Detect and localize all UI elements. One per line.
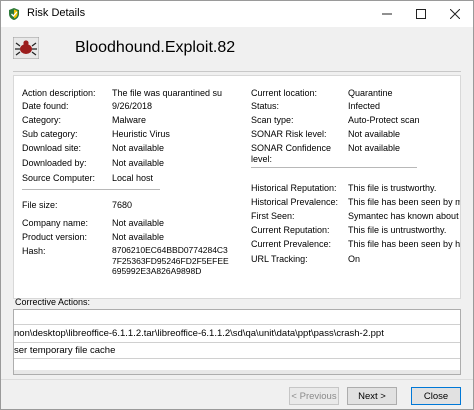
scan-type-label: Scan type: (251, 115, 294, 125)
minimize-icon (382, 13, 392, 15)
right-divider (251, 167, 417, 168)
virus-icon (13, 37, 39, 59)
download-site-label: Download site: (22, 143, 82, 153)
close-window-button[interactable] (435, 1, 473, 27)
action-description-label: Action description: (22, 88, 96, 98)
product-version-value: Not available (112, 232, 165, 242)
risk-details-window: Risk Details Bloodhound.Exploit.82 Actio… (0, 0, 474, 410)
sonar-confidence-level-label: SONAR Confidence level: (251, 143, 332, 164)
app-shield-icon (9, 8, 19, 20)
list-divider (14, 358, 460, 359)
url-tracking-label: URL Tracking: (251, 254, 308, 264)
company-name-value: Not available (112, 218, 165, 228)
header-divider (13, 71, 461, 72)
source-computer-label: Source Computer: (22, 173, 96, 183)
first-seen-value: Symantec has known about this file for m… (348, 211, 460, 221)
scan-type-value: Auto-Protect scan (348, 115, 420, 125)
dialog-content: Bloodhound.Exploit.82 Action description… (1, 27, 473, 409)
corrective-actions-label: Corrective Actions: (15, 297, 91, 307)
horizontal-scrollbar[interactable] (14, 370, 460, 374)
sub-category-value: Heuristic Virus (112, 129, 170, 139)
current-prevalence-label: Current Prevalence: (251, 239, 332, 249)
company-name-label: Company name: (22, 218, 89, 228)
historical-reputation-label: Historical Reputation: (251, 183, 337, 193)
title-bar[interactable]: Risk Details (1, 1, 473, 27)
product-version-label: Product version: (22, 232, 88, 242)
corrective-action-item[interactable]: ser temporary file cache (14, 345, 115, 356)
category-label: Category: (22, 115, 62, 125)
current-location-label: Current location: (251, 88, 318, 98)
file-size-value: 7680 (112, 200, 133, 210)
source-computer-value: Local host (112, 173, 154, 183)
sonar-risk-level-label: SONAR Risk level: (251, 129, 327, 139)
first-seen-label: First Seen: (251, 211, 295, 221)
sonar-confidence-level-value: Not available (348, 143, 401, 153)
action-description-value: The file was quarantined successfully. (112, 88, 222, 98)
downloaded-by-label: Downloaded by: (22, 158, 87, 168)
window-title: Risk Details (27, 7, 86, 19)
historical-reputation-value: This file is trustworthy. (348, 183, 437, 193)
corrective-actions-list[interactable]: non\desktop\libreoffice-6.1.1.2.tar\libr… (13, 309, 461, 375)
category-value: Malware (112, 115, 147, 125)
hash-value: 8706210EC64BBD0774284C3 7F25363FD95246FD… (112, 245, 229, 276)
url-tracking-value: On (348, 254, 361, 264)
download-site-value: Not available (112, 143, 165, 153)
file-size-label: File size: (22, 200, 58, 210)
hash-label: Hash: (22, 246, 46, 256)
details-panel: Action description: The file was quarant… (13, 75, 461, 299)
corrective-action-item[interactable]: non\desktop\libreoffice-6.1.1.2.tar\libr… (14, 328, 384, 339)
footer-divider (1, 379, 473, 380)
threat-name: Bloodhound.Exploit.82 (75, 39, 236, 56)
close-icon (450, 9, 460, 19)
historical-prevalence-value: This file has been seen by millions of u… (348, 197, 460, 207)
next-button[interactable]: Next > (347, 387, 397, 405)
sub-category-label: Sub category: (22, 129, 78, 139)
status-value: Infected (348, 101, 381, 111)
list-divider (14, 324, 460, 325)
current-prevalence-value: This file has been seen by hundreds of u… (348, 239, 460, 249)
current-location-value: Quarantine (348, 88, 393, 98)
left-divider (22, 189, 160, 190)
list-divider (14, 342, 460, 343)
status-label: Status: (251, 101, 280, 111)
downloaded-by-value: Not available (112, 158, 165, 168)
date-found-label: Date found: (22, 101, 69, 111)
close-button[interactable]: Close (411, 387, 461, 405)
current-reputation-label: Current Reputation: (251, 225, 330, 235)
date-found-value: 9/26/2018 (112, 101, 153, 111)
previous-button[interactable]: < Previous (289, 387, 339, 405)
sonar-risk-level-value: Not available (348, 129, 401, 139)
current-reputation-value: This file is untrustworthy. (348, 225, 447, 235)
maximize-icon (416, 9, 426, 19)
historical-prevalence-label: Historical Prevalence: (251, 197, 339, 207)
